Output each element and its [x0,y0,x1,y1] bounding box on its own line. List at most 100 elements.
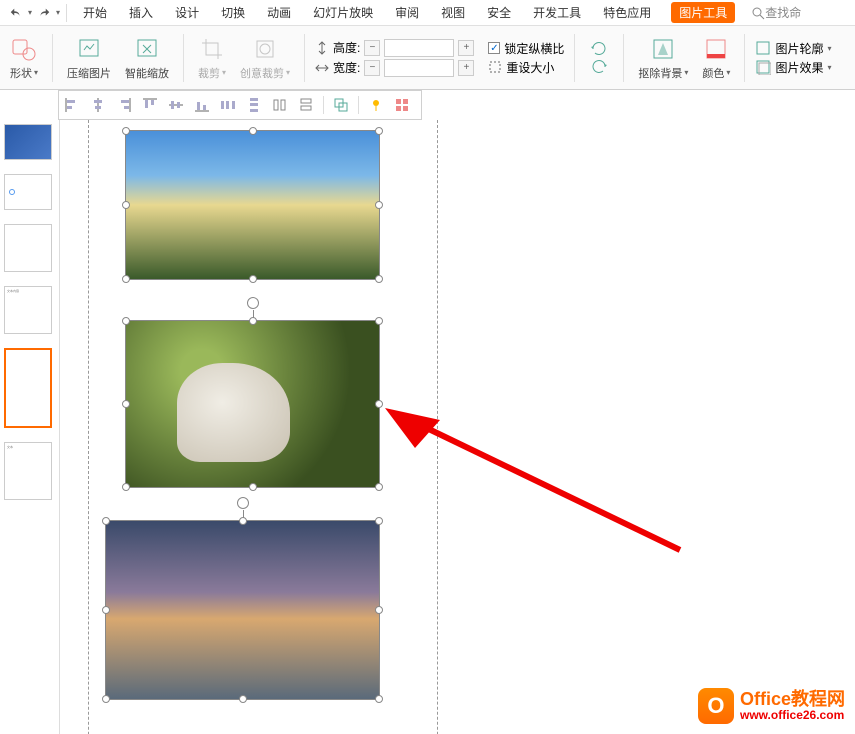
tab-slideshow[interactable]: 幻灯片放映 [311,2,375,23]
distribute-v-icon[interactable] [245,96,263,114]
reset-size-row[interactable]: 重设大小 [488,59,564,76]
resize-handle[interactable] [122,275,130,283]
slide-thumbnail[interactable] [4,124,52,160]
height-decrease[interactable]: − [364,40,380,56]
smartzoom-group[interactable]: 智能缩放 [121,35,173,81]
resize-handle[interactable] [375,400,383,408]
tab-view[interactable]: 视图 [439,2,467,23]
ribbon: 形状▾ 压缩图片 智能缩放 裁剪▾ 创意裁剪▾ 高度: − + [0,26,855,90]
tab-transition[interactable]: 切换 [219,2,247,23]
tab-design[interactable]: 设计 [173,2,201,23]
slide-canvas[interactable] [60,120,855,734]
resize-handle[interactable] [249,483,257,491]
watermark-title: Office教程网 [740,690,845,710]
smart-guide-icon[interactable] [367,96,385,114]
compress-group[interactable]: 压缩图片 [63,35,115,81]
grid-settings-icon[interactable] [393,96,411,114]
slide-thumbnail[interactable]: 文本 [4,442,52,500]
align-center-h-icon[interactable] [89,96,107,114]
tab-bar: 开始 插入 设计 切换 动画 幻灯片放映 审阅 视图 安全 开发工具 特色应用 … [81,2,735,23]
resize-handle[interactable] [375,275,383,283]
align-top-icon[interactable] [141,96,159,114]
tab-special[interactable]: 特色应用 [601,2,653,23]
slide-thumbnail[interactable] [4,224,52,272]
crop-label: 裁剪 [198,65,220,81]
tab-insert[interactable]: 插入 [127,2,155,23]
height-input[interactable] [384,39,454,57]
equal-height-icon[interactable] [271,96,289,114]
resize-handle[interactable] [239,695,247,703]
rotate-group[interactable] [585,41,613,75]
undo-dropdown[interactable]: ▾ [28,8,32,17]
separator [183,34,184,82]
resize-handle[interactable] [102,606,110,614]
lock-aspect-checkbox[interactable]: ✓ [488,42,500,54]
rotate-handle[interactable] [237,497,249,509]
lock-aspect-row[interactable]: ✓ 锁定纵横比 [488,40,564,57]
slide-thumbnail[interactable] [4,174,52,210]
tab-start[interactable]: 开始 [81,2,109,23]
selected-image-3[interactable] [105,520,380,700]
height-increase[interactable]: + [458,40,474,56]
redo-icon[interactable] [34,3,54,23]
tab-review[interactable]: 审阅 [393,2,421,23]
equal-width-icon[interactable] [297,96,315,114]
resize-handle[interactable] [375,606,383,614]
resize-handle[interactable] [249,317,257,325]
width-input[interactable] [384,59,454,77]
resize-handle[interactable] [375,483,383,491]
resize-handle[interactable] [375,127,383,135]
slide-thumbnail-selected[interactable] [4,348,52,428]
resize-handle[interactable] [122,400,130,408]
resize-handle[interactable] [122,201,130,209]
smartzoom-icon [133,35,161,63]
removebg-group[interactable]: 抠除背景▾ [634,35,692,81]
width-increase[interactable]: + [458,60,474,76]
tab-picture-tools[interactable]: 图片工具 [671,2,735,23]
distribute-h-icon[interactable] [219,96,237,114]
align-middle-v-icon[interactable] [167,96,185,114]
resize-handle[interactable] [375,317,383,325]
align-bottom-icon[interactable] [193,96,211,114]
redo-dropdown[interactable]: ▾ [56,8,60,17]
resize-handle[interactable] [375,517,383,525]
undo-icon[interactable] [6,3,26,23]
pic-outline-row[interactable]: 图片轮廓▾ [755,40,831,57]
resize-handle[interactable] [122,483,130,491]
align-right-icon[interactable] [115,96,133,114]
rotate-handle[interactable] [247,297,259,309]
pic-effects-row[interactable]: 图片效果▾ [755,59,831,76]
resize-handle[interactable] [122,127,130,135]
shape-group[interactable]: 形状▾ [6,35,42,81]
slide-thumbnail[interactable]: 文本内容 [4,286,52,334]
search-box[interactable]: 查找命 [751,4,801,21]
color-icon [702,35,730,63]
color-label: 颜色 [702,65,724,81]
selected-image-2[interactable] [125,320,380,488]
resize-handle[interactable] [102,517,110,525]
resize-handle[interactable] [122,317,130,325]
resize-handle[interactable] [375,695,383,703]
align-left-icon[interactable] [63,96,81,114]
tab-devtools[interactable]: 开发工具 [531,2,583,23]
selected-image-1[interactable] [125,130,380,280]
resize-handle[interactable] [375,201,383,209]
width-decrease[interactable]: − [364,60,380,76]
search-icon [751,6,765,20]
resize-handle[interactable] [249,275,257,283]
lock-reset-group: ✓ 锁定纵横比 重设大小 [488,38,564,78]
slide-thumbnails-panel: 文本内容 文本 [0,120,60,734]
group-icon[interactable] [332,96,350,114]
color-group[interactable]: 颜色▾ [698,35,734,81]
resize-handle[interactable] [249,127,257,135]
effects-icon [755,59,771,75]
tab-animation[interactable]: 动画 [265,2,293,23]
tab-security[interactable]: 安全 [485,2,513,23]
height-label: 高度: [333,39,360,56]
resize-handle[interactable] [102,695,110,703]
separator [623,34,624,82]
lock-aspect-label: 锁定纵横比 [504,40,564,57]
outline-icon [755,40,771,56]
creative-crop-icon [251,35,279,63]
resize-handle[interactable] [239,517,247,525]
